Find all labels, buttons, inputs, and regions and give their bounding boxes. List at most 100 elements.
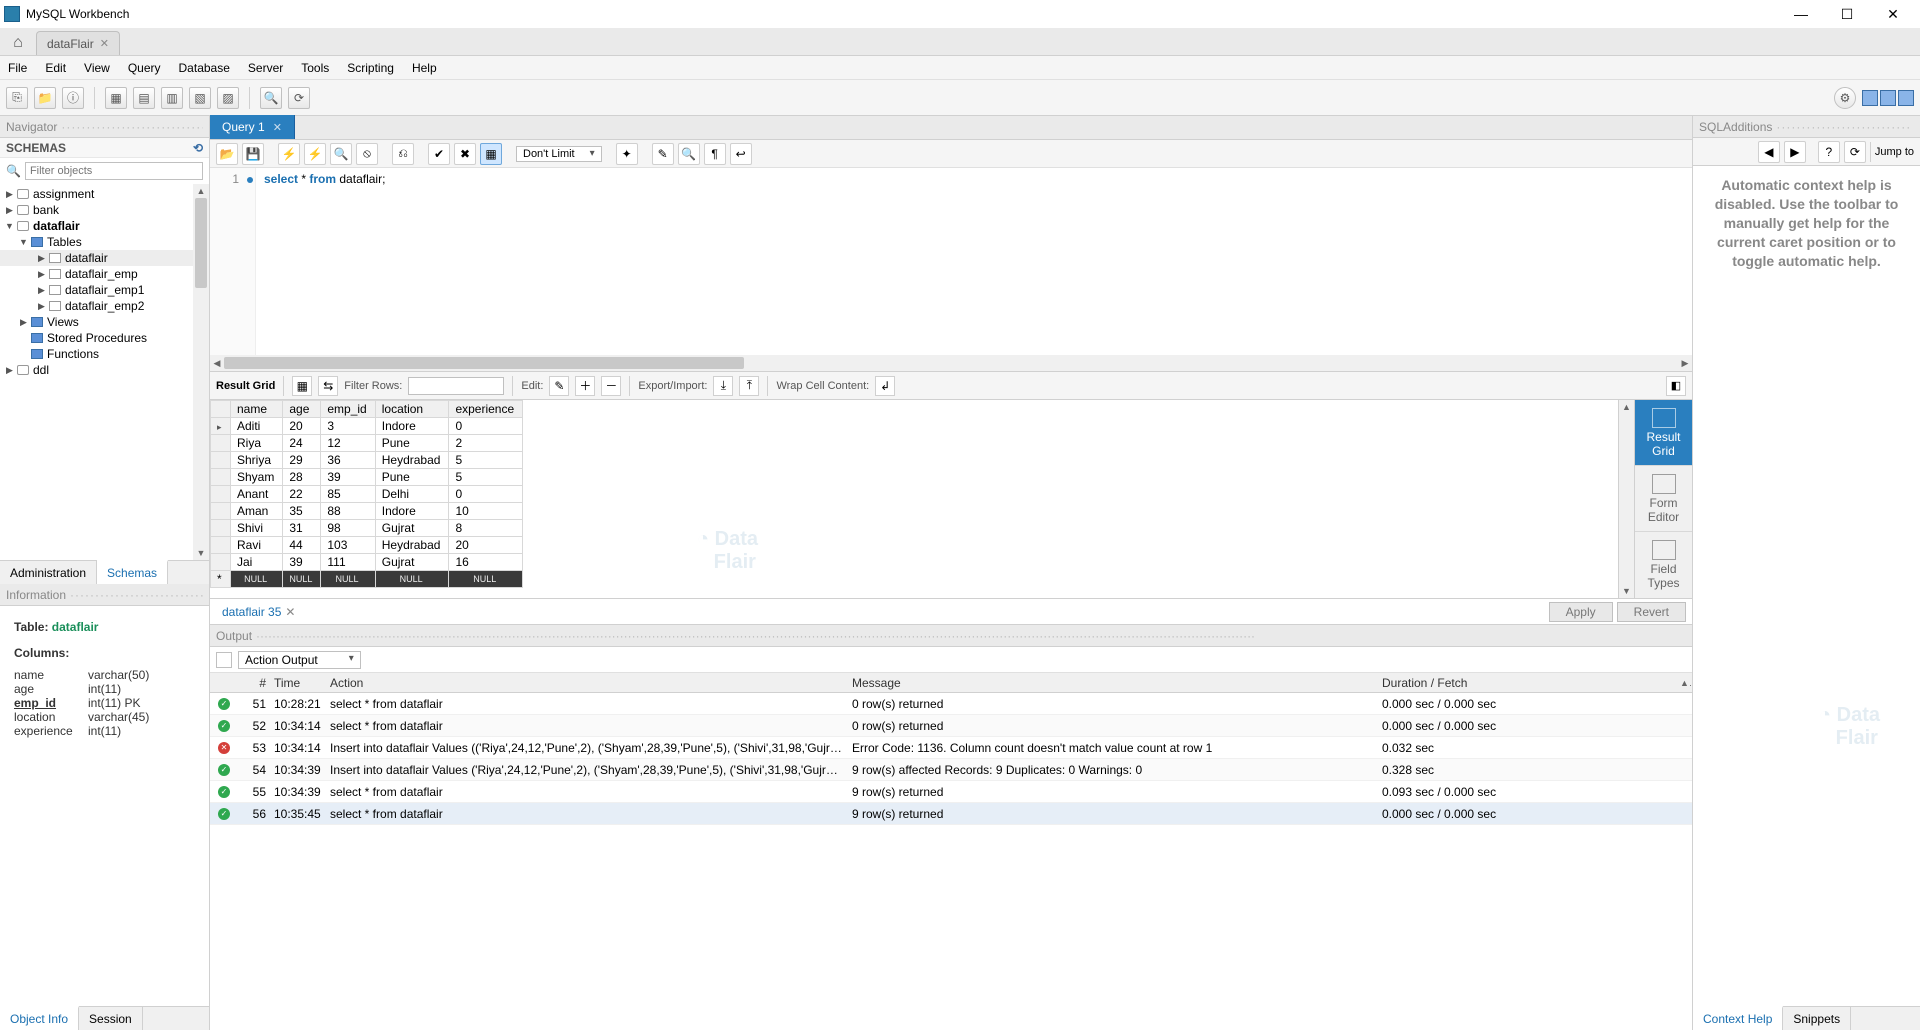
export-button[interactable]: ⤓ (713, 376, 733, 396)
output-copy-button[interactable] (216, 652, 232, 668)
auto-help-button[interactable]: ⟳ (1844, 141, 1866, 163)
toolbar-separator (249, 87, 250, 109)
create-procedure-button[interactable]: ▧ (189, 87, 211, 109)
close-connection-tab[interactable]: ✕ (100, 37, 109, 50)
output-rows[interactable]: ✓5110:28:21select * from dataflair0 row(… (210, 693, 1692, 1030)
toggle-bottom-panel[interactable] (1880, 90, 1896, 106)
open-sql-button[interactable]: 📁 (34, 87, 56, 109)
revert-button[interactable]: Revert (1617, 602, 1686, 622)
tab-context-help[interactable]: Context Help (1693, 1006, 1783, 1030)
menu-view[interactable]: View (84, 61, 110, 75)
reconnect-button[interactable]: ⟳ (288, 87, 310, 109)
context-forward-button[interactable]: ▶ (1784, 141, 1806, 163)
schema-tree[interactable]: ▶assignment ▶bank ▼dataflair ▼Tables ▶da… (0, 184, 209, 560)
tab-schemas[interactable]: Schemas (97, 560, 168, 584)
explain-button[interactable]: 🔍 (330, 143, 352, 165)
refresh-schemas-icon[interactable]: ⟲ (193, 141, 203, 155)
lightning-cursor-icon: ⚡ (308, 147, 323, 161)
menu-file[interactable]: File (8, 61, 27, 75)
toolbar-separator (94, 87, 95, 109)
delete-row-button[interactable]: － (601, 376, 621, 396)
app-icon (4, 6, 20, 22)
menu-scripting[interactable]: Scripting (347, 61, 394, 75)
menu-tools[interactable]: Tools (301, 61, 329, 75)
output-type-select[interactable]: Action Output (238, 651, 361, 669)
connection-tab[interactable]: dataFlair ✕ (36, 31, 120, 55)
menu-query[interactable]: Query (128, 61, 161, 75)
rollback-button[interactable]: ✖ (454, 143, 476, 165)
toggle-left-panel[interactable] (1862, 90, 1878, 106)
limit-rows-select[interactable]: Don't Limit (516, 146, 602, 162)
tab-administration[interactable]: Administration (0, 561, 97, 584)
tab-session[interactable]: Session (79, 1007, 143, 1030)
search-table-button[interactable]: 🔍 (260, 87, 282, 109)
add-row-button[interactable]: ＋ (575, 376, 595, 396)
close-query-tab[interactable]: ✕ (273, 121, 282, 134)
import-button[interactable]: ⤒ (739, 376, 759, 396)
output-row[interactable]: ✓5410:34:39Insert into dataflair Values … (210, 759, 1692, 781)
apply-button[interactable]: Apply (1549, 602, 1613, 622)
tree-scrollbar[interactable]: ▲ ▼ (193, 184, 209, 560)
side-tab-result-grid[interactable]: ResultGrid (1635, 400, 1692, 466)
side-tab-field-types[interactable]: FieldTypes (1635, 532, 1692, 598)
edit-row-button[interactable]: ✎ (549, 376, 569, 396)
close-window-button[interactable]: ✕ (1870, 0, 1916, 28)
result-filter-toggle-button[interactable]: ⇆ (318, 376, 338, 396)
table-icon: ▤ (138, 91, 149, 105)
stop-button[interactable]: ⦸ (356, 143, 378, 165)
tab-object-info[interactable]: Object Info (0, 1006, 79, 1030)
result-grid-scrollbar[interactable]: ▲ ▼ (1618, 400, 1634, 598)
toggle-comment-button[interactable]: ✎ (652, 143, 674, 165)
filter-rows-input[interactable] (408, 377, 504, 395)
menu-database[interactable]: Database (179, 61, 230, 75)
sql-editor[interactable]: 1 select * from dataflair; ◀ ▶ (210, 168, 1692, 372)
autocommit-button[interactable]: ▦ (480, 143, 502, 165)
beautify-button[interactable]: ✦ (616, 143, 638, 165)
menu-help[interactable]: Help (412, 61, 437, 75)
maximize-button[interactable]: ☐ (1824, 0, 1870, 28)
invisible-chars-button[interactable]: ¶ (704, 143, 726, 165)
output-row[interactable]: ✓5510:34:39select * from dataflair9 row(… (210, 781, 1692, 803)
create-table-button[interactable]: ▤ (133, 87, 155, 109)
wrap-cell-button[interactable]: ↲ (875, 376, 895, 396)
create-schema-button[interactable]: ▦ (105, 87, 127, 109)
result-grid[interactable]: nameageemp_idlocationexperienceAditi203I… (210, 400, 523, 588)
commit-toggle-button[interactable]: ⎌ (392, 143, 414, 165)
editor-horizontal-scrollbar[interactable]: ◀ ▶ (210, 355, 1692, 371)
commit-button[interactable]: ✔ (428, 143, 450, 165)
output-row[interactable]: ✓5610:35:45select * from dataflair9 row(… (210, 803, 1692, 825)
result-panel-toggle[interactable]: ◧ (1666, 376, 1686, 396)
create-function-button[interactable]: ▨ (217, 87, 239, 109)
home-button[interactable]: ⌂ (4, 31, 32, 55)
output-row[interactable]: ✓5110:28:21select * from dataflair0 row(… (210, 693, 1692, 715)
close-result-tab[interactable]: ✕ (285, 605, 295, 619)
context-back-button[interactable]: ◀ (1758, 141, 1780, 163)
execute-current-button[interactable]: ⚡ (304, 143, 326, 165)
minimize-button[interactable]: — (1778, 0, 1824, 28)
filter-icon: ⇆ (323, 379, 333, 393)
find-button[interactable]: 🔍 (678, 143, 700, 165)
menu-server[interactable]: Server (248, 61, 283, 75)
filter-objects-input[interactable] (25, 162, 203, 180)
create-view-button[interactable]: ▥ (161, 87, 183, 109)
jump-to-label[interactable]: Jump to (1875, 146, 1914, 158)
query-tab[interactable]: Query 1 ✕ (210, 115, 295, 139)
inspector-button[interactable]: ⓘ (62, 87, 84, 109)
schema-icon: ▦ (110, 91, 121, 105)
result-set-tab[interactable]: dataflair 35 ✕ (216, 605, 301, 619)
result-grid-view-button[interactable]: ▦ (292, 376, 312, 396)
context-help-button[interactable]: ? (1818, 141, 1840, 163)
settings-button[interactable]: ⚙ (1834, 87, 1856, 109)
toggle-right-panel[interactable] (1898, 90, 1914, 106)
export-icon: ⤓ (721, 378, 726, 393)
open-sql-file-button[interactable]: 📂 (216, 143, 238, 165)
output-row[interactable]: ✕5310:34:14Insert into dataflair Values … (210, 737, 1692, 759)
menu-edit[interactable]: Edit (45, 61, 66, 75)
word-wrap-button[interactable]: ↩ (730, 143, 752, 165)
save-sql-button[interactable]: 💾 (242, 143, 264, 165)
side-tab-form-editor[interactable]: FormEditor (1635, 466, 1692, 532)
output-row[interactable]: ✓5210:34:14select * from dataflair0 row(… (210, 715, 1692, 737)
tab-snippets[interactable]: Snippets (1783, 1007, 1851, 1030)
new-sql-tab-button[interactable]: ⎘ (6, 87, 28, 109)
execute-button[interactable]: ⚡ (278, 143, 300, 165)
